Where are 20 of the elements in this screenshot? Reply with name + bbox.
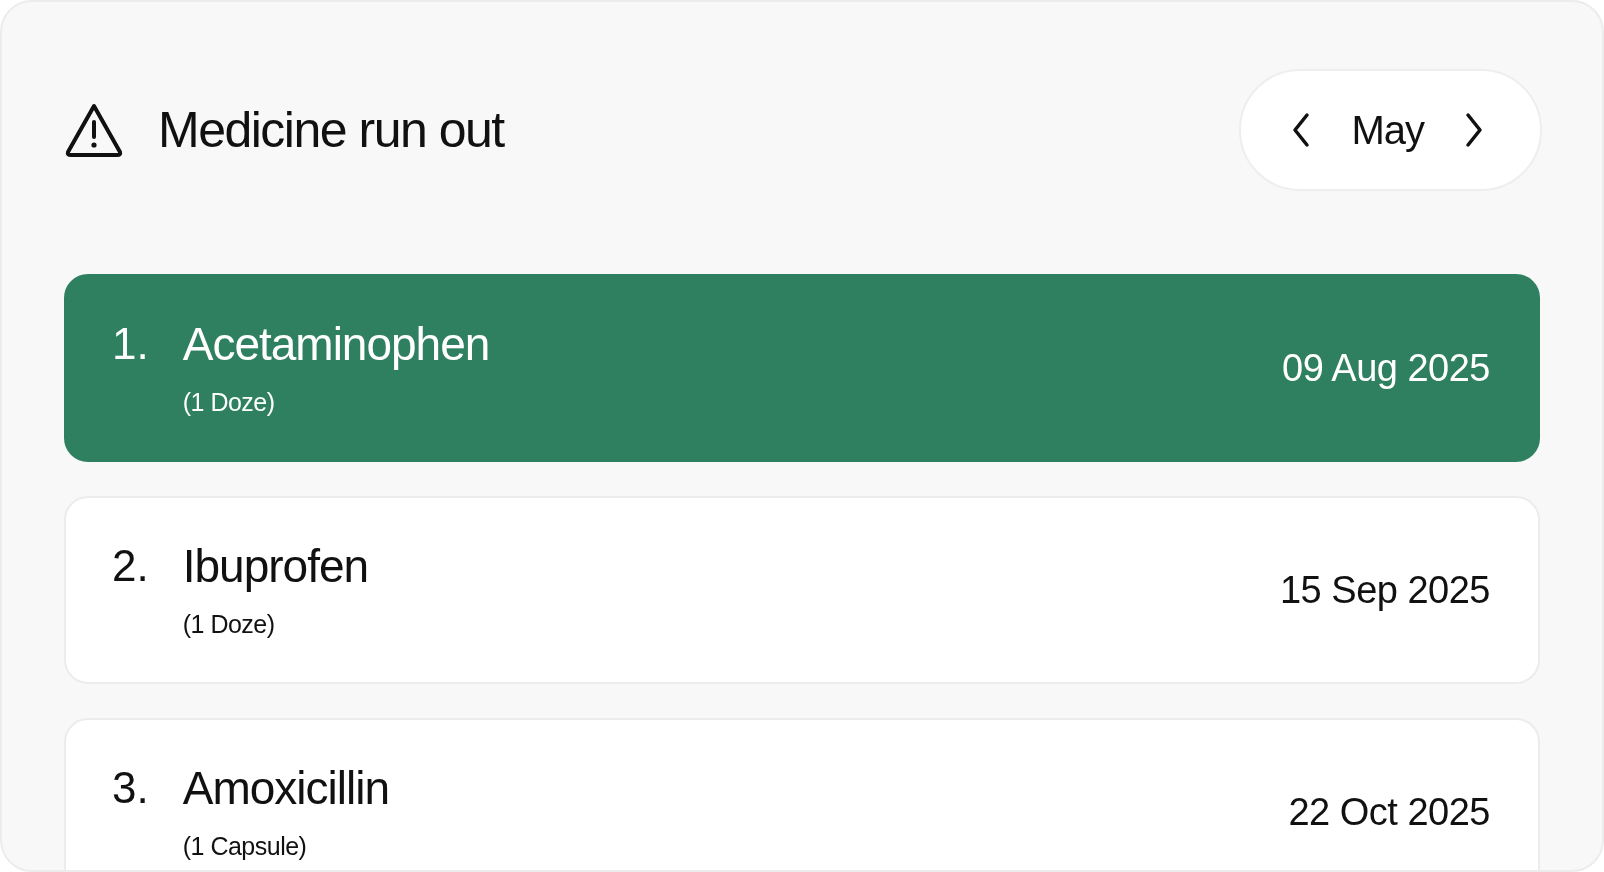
medicine-item[interactable]: 3. Amoxicillin (1 Capsule) 22 Oct 2025	[64, 718, 1540, 870]
dose-label: (1 Capsule)	[182, 831, 308, 861]
run-out-date: 22 Oct 2025	[1288, 790, 1490, 834]
medicine-name: Ibuprofen	[182, 538, 369, 594]
item-number: 1.	[112, 317, 149, 370]
medicine-name: Acetaminophen	[182, 316, 490, 372]
dose-label: (1 Doze)	[182, 609, 276, 639]
month-label: May	[1351, 107, 1424, 153]
chevron-right-icon[interactable]	[1464, 112, 1484, 148]
warning-icon	[64, 102, 124, 158]
medicine-item[interactable]: 1. Acetaminophen (1 Doze) 09 Aug 2025	[64, 274, 1540, 462]
medicine-item[interactable]: 2. Ibuprofen (1 Doze) 15 Sep 2025	[64, 496, 1540, 684]
item-number: 2.	[112, 539, 149, 592]
medicine-name: Amoxicillin	[182, 760, 389, 816]
page-title: Medicine run out	[158, 101, 504, 159]
run-out-date: 15 Sep 2025	[1279, 568, 1490, 612]
dose-label: (1 Doze)	[182, 387, 276, 417]
run-out-date: 09 Aug 2025	[1282, 346, 1490, 390]
chevron-left-icon[interactable]	[1291, 112, 1312, 148]
item-number: 3.	[112, 761, 149, 814]
